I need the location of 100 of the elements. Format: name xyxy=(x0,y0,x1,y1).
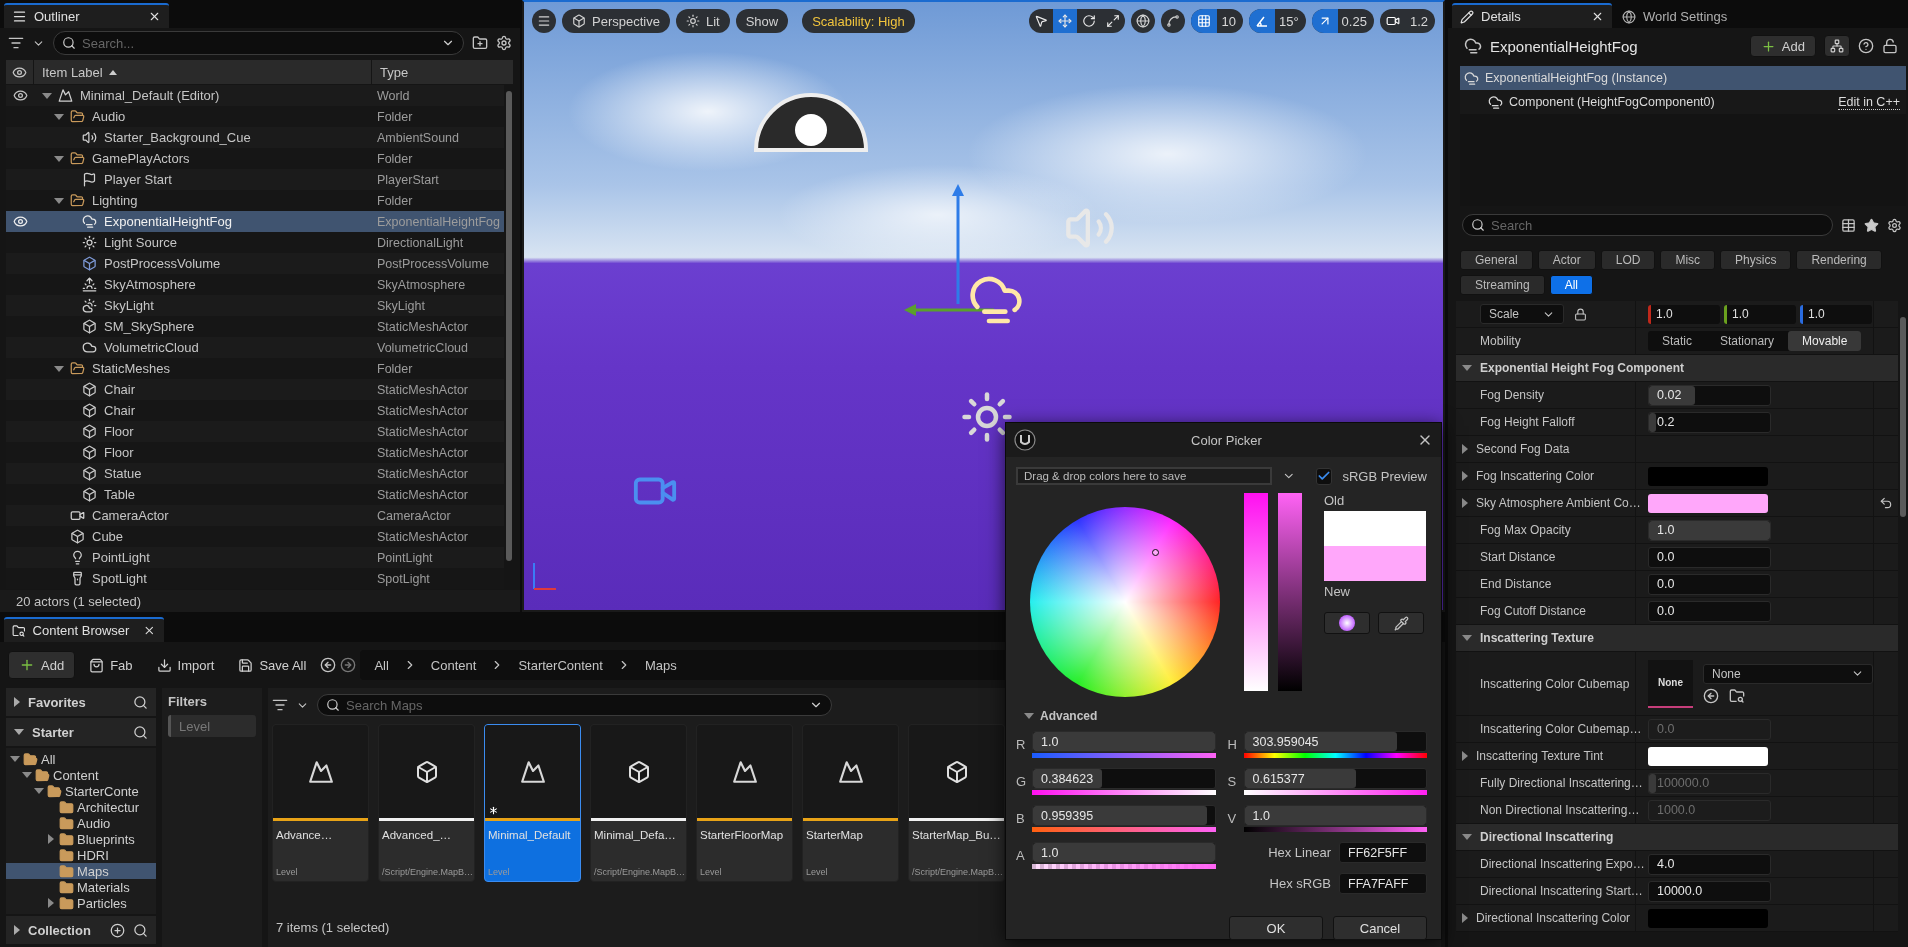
lit-mode-button[interactable]: Lit xyxy=(675,9,730,33)
component-row[interactable]: ExponentialHeightFog (Instance) xyxy=(1460,66,1906,90)
hex-field[interactable]: FF62F5FF xyxy=(1339,842,1427,863)
hex-field[interactable]: FFA7FAFF xyxy=(1339,873,1427,894)
reset-arrow-icon[interactable] xyxy=(1879,496,1893,510)
expand-arrow-icon[interactable] xyxy=(14,697,20,707)
number-field[interactable]: 4.0 xyxy=(1648,853,1771,875)
folder-row[interactable]: Content xyxy=(6,767,156,783)
number-field[interactable]: 10000.0 xyxy=(1648,880,1771,902)
use-selected-icon[interactable] xyxy=(1703,687,1719,704)
category-filter[interactable]: General xyxy=(1460,250,1533,270)
number-field[interactable]: 1.0 xyxy=(1648,519,1771,541)
unlock-icon[interactable] xyxy=(1882,38,1898,54)
saved-colors-area[interactable]: Drag & drop colors here to save xyxy=(1016,467,1273,485)
browse-icon[interactable] xyxy=(1729,687,1745,704)
import-button[interactable]: Import xyxy=(146,651,225,679)
asset-tile[interactable]: Advanced_… /Script/Engine.MapB… xyxy=(378,724,475,882)
channel-gradient-bar[interactable] xyxy=(1243,753,1427,758)
section-header[interactable]: Exponential Height Fog Component xyxy=(1456,355,1898,382)
outliner-row[interactable]: Floor StaticMeshActor xyxy=(6,421,504,442)
scrollbar-thumb[interactable] xyxy=(506,91,512,561)
folder-row[interactable]: Audio xyxy=(6,815,156,831)
content-browser-tab[interactable]: Content Browser xyxy=(4,617,164,642)
surface-snap-button[interactable] xyxy=(1161,9,1186,33)
snap-setting-button[interactable]: 1.2 xyxy=(1379,9,1435,33)
menu-button[interactable] xyxy=(532,9,556,33)
category-filter[interactable]: Physics xyxy=(1720,250,1792,270)
coordinate-space-button[interactable] xyxy=(1131,9,1156,33)
expand-arrow-icon[interactable] xyxy=(14,925,20,935)
category-filter[interactable]: Rendering xyxy=(1796,250,1882,270)
snap-setting-button[interactable]: 0.25 xyxy=(1311,9,1374,33)
expand-arrow-icon[interactable] xyxy=(1462,365,1472,371)
channel-gradient-bar[interactable] xyxy=(1243,827,1427,832)
expand-arrow-icon[interactable] xyxy=(54,197,64,204)
collection-header[interactable]: Collection xyxy=(6,916,156,944)
add-icon[interactable] xyxy=(110,922,125,938)
outliner-row[interactable]: PostProcessVolume PostProcessVolume xyxy=(6,253,504,274)
outliner-tab[interactable]: Outliner xyxy=(4,3,169,28)
outliner-row[interactable]: SkyLight SkyLight xyxy=(6,295,504,316)
component-row[interactable]: Component (HeightFogComponent0) Edit in C++ xyxy=(1460,90,1906,114)
forward-icon[interactable] xyxy=(340,657,357,673)
column-header[interactable]: Type xyxy=(372,60,514,84)
number-field[interactable]: 0.0 xyxy=(1648,573,1771,595)
srgb-checkbox[interactable] xyxy=(1315,467,1333,485)
add-button[interactable]: Add xyxy=(8,651,76,679)
number-field[interactable]: 0.0 xyxy=(1648,600,1771,622)
folder-row[interactable]: HDRI xyxy=(6,847,156,863)
asset-tile[interactable]: StarterMap Level xyxy=(802,724,899,882)
expand-arrow-icon[interactable] xyxy=(54,155,64,162)
starter-header[interactable]: Starter xyxy=(6,718,156,746)
eye-icon[interactable] xyxy=(12,88,28,103)
saturation-bar[interactable] xyxy=(1244,493,1268,691)
close-icon[interactable] xyxy=(143,624,156,637)
color-swatch-field[interactable] xyxy=(1648,746,1768,766)
category-filter[interactable]: LOD xyxy=(1600,250,1656,270)
expand-arrow-icon[interactable] xyxy=(1462,834,1472,840)
asset-thumbnail[interactable]: None xyxy=(1648,659,1693,708)
outliner-row[interactable]: Chair StaticMeshActor xyxy=(6,379,504,400)
transform-tool-button[interactable] xyxy=(1053,9,1078,33)
outliner-row[interactable]: ExponentialHeightFog ExponentialHeightFog xyxy=(6,211,504,232)
asset-tile[interactable]: Minimal_Default Level xyxy=(484,724,581,882)
expand-arrow-icon[interactable] xyxy=(1462,444,1468,454)
view-mode-button[interactable]: Perspective xyxy=(562,9,670,33)
eye-icon[interactable] xyxy=(12,214,28,229)
outliner-row[interactable]: Starter_Background_Cue AmbientSound xyxy=(6,127,504,148)
add-folder-icon[interactable] xyxy=(472,35,488,51)
panel-tab[interactable]: Details xyxy=(1452,3,1612,28)
lock-icon[interactable] xyxy=(1574,307,1587,321)
breadcrumb-link[interactable]: All xyxy=(374,657,389,673)
outliner-row[interactable]: Statue StaticMeshActor xyxy=(6,463,504,484)
expand-arrow-icon[interactable] xyxy=(48,834,54,844)
color-wheel-button[interactable] xyxy=(1324,612,1370,634)
edit-link[interactable]: Edit in C++ xyxy=(1838,94,1900,110)
filter-icon[interactable] xyxy=(8,35,24,51)
category-filter[interactable]: All xyxy=(1549,275,1594,295)
eyedropper-button[interactable] xyxy=(1378,612,1424,634)
scrollbar-thumb[interactable] xyxy=(1900,317,1906,517)
eye-icon[interactable] xyxy=(12,64,27,80)
filter-icon[interactable] xyxy=(272,697,288,713)
category-filter[interactable]: Actor xyxy=(1537,250,1596,270)
outliner-row[interactable]: Minimal_Default (Editor) World xyxy=(6,85,504,106)
expand-arrow-icon[interactable] xyxy=(1462,751,1468,761)
cancel-button[interactable]: Cancel xyxy=(1333,916,1427,940)
expand-arrow-icon[interactable] xyxy=(54,113,64,120)
channel-field[interactable]: 0.615377 xyxy=(1243,768,1427,789)
search-icon[interactable] xyxy=(133,922,148,938)
color-swatch-field[interactable] xyxy=(1648,908,1768,928)
column-header[interactable]: Item Label xyxy=(34,60,372,84)
expand-arrow-icon[interactable] xyxy=(1462,498,1468,508)
folder-row[interactable]: StarterConte xyxy=(6,783,156,799)
panel-tab[interactable]: World Settings xyxy=(1614,3,1764,28)
expand-arrow-icon[interactable] xyxy=(42,92,52,99)
channel-field[interactable]: 1.0 xyxy=(1032,731,1216,752)
breadcrumb-link[interactable]: StarterContent xyxy=(518,657,603,673)
color-swatch-field[interactable] xyxy=(1648,493,1768,513)
expand-arrow-icon[interactable] xyxy=(14,729,24,735)
folder-row[interactable]: Blueprints xyxy=(6,831,156,847)
folder-row[interactable]: Materials xyxy=(6,879,156,895)
outliner-row[interactable]: VolumetricCloud VolumetricCloud xyxy=(6,337,504,358)
close-icon[interactable] xyxy=(148,10,161,23)
